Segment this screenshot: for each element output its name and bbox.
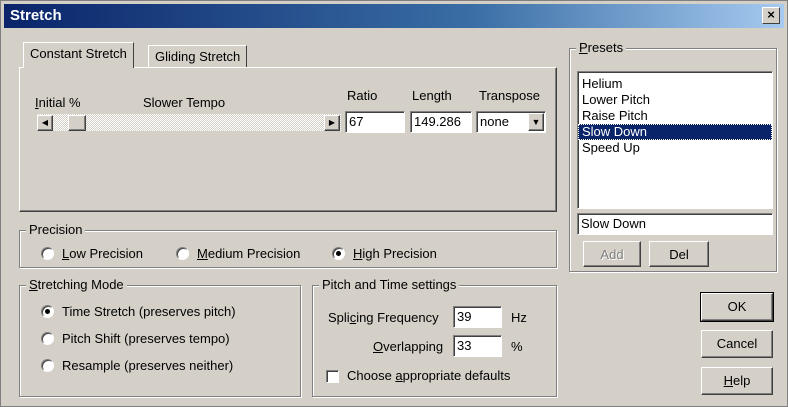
presets-list-items: Helium Lower Pitch Raise Pitch Slow Down Spe… [578, 72, 772, 156]
triangle-left-icon: ◀ [41, 118, 49, 127]
slower-tempo-label: Slower Tempo [143, 95, 226, 110]
defaults-checkbox[interactable] [326, 370, 339, 383]
transpose-select[interactable]: none ▼ [476, 111, 546, 133]
slider-left-button[interactable]: ◀ [37, 115, 53, 131]
tab-constant-stretch[interactable]: Constant Stretch [23, 42, 134, 68]
radio-time-stretch[interactable] [41, 305, 54, 318]
percent-unit: % [511, 339, 523, 354]
radio-medium-precision[interactable] [176, 247, 189, 260]
length-label: Length [412, 88, 452, 103]
defaults-label: Choose appropriate defaults [347, 368, 511, 383]
preset-list-item[interactable]: Speed Up [578, 140, 772, 156]
overlapping-input[interactable]: 33 [453, 335, 502, 357]
low-precision-label: Low Precision [62, 246, 143, 261]
pitch-shift-label: Pitch Shift (preserves tempo) [62, 331, 230, 346]
splicing-frequency-input[interactable]: 39 [453, 306, 502, 328]
close-button[interactable]: × [762, 7, 780, 24]
window-title: Stretch [10, 7, 62, 24]
title-bar: Stretch × [4, 4, 784, 28]
add-preset-button[interactable]: Add [583, 241, 641, 267]
close-icon: × [767, 7, 775, 22]
preset-list-item[interactable]: Raise Pitch [578, 108, 772, 124]
ratio-input[interactable]: 67 [345, 111, 405, 133]
hz-unit: Hz [511, 310, 527, 325]
transpose-value: none [480, 114, 509, 129]
radio-high-precision[interactable] [332, 247, 345, 260]
radio-low-precision[interactable] [41, 247, 54, 260]
ratio-label: Ratio [347, 88, 378, 103]
preset-list-item[interactable]: Slow Down [578, 124, 772, 140]
preset-name-input[interactable]: Slow Down [577, 213, 773, 235]
length-input[interactable]: 149.286 [410, 111, 472, 133]
help-button[interactable]: Help [701, 367, 773, 395]
del-preset-button[interactable]: Del [649, 241, 709, 267]
radio-resample[interactable] [41, 359, 54, 372]
tab-label: Gliding Stretch [155, 49, 241, 64]
splicing-frequency-label: Splicing Frequency [328, 310, 439, 325]
overlapping-label: Overlapping [373, 339, 444, 354]
tab-label: Constant Stretch [30, 46, 127, 61]
slider-thumb[interactable] [68, 115, 87, 131]
triangle-down-icon: ▼ [531, 117, 541, 127]
time-stretch-label: Time Stretch (preserves pitch) [62, 304, 236, 319]
preset-list-item[interactable]: Lower Pitch [578, 92, 772, 108]
stretching-mode-label: Stretching Mode [26, 277, 127, 293]
resample-label: Resample (preserves neither) [62, 358, 234, 373]
presets-list[interactable]: Helium Lower Pitch Raise Pitch Slow Down Spe… [577, 71, 773, 209]
dropdown-button[interactable]: ▼ [528, 113, 544, 131]
high-precision-label: High Precision [353, 246, 437, 261]
tab-gliding-stretch[interactable]: Gliding Stretch [148, 45, 248, 67]
presets-label: Presets [576, 40, 627, 56]
cancel-button[interactable]: Cancel [701, 330, 773, 358]
triangle-right-icon: ▶ [328, 118, 336, 127]
initial-label: Initial % [35, 95, 81, 110]
tab-panel [19, 67, 557, 212]
slider-right-button[interactable]: ▶ [324, 115, 340, 131]
ok-button[interactable]: OK [700, 292, 774, 322]
pitch-time-label: Pitch and Time settings [319, 277, 460, 293]
medium-precision-label: Medium Precision [197, 246, 301, 261]
transpose-label: Transpose [479, 88, 540, 103]
radio-pitch-shift[interactable] [41, 332, 54, 345]
preset-list-item[interactable]: Helium [578, 76, 772, 92]
stretch-dialog: Stretch × Constant Stretch Gliding Stret… [0, 0, 788, 407]
precision-label: Precision [26, 222, 86, 238]
